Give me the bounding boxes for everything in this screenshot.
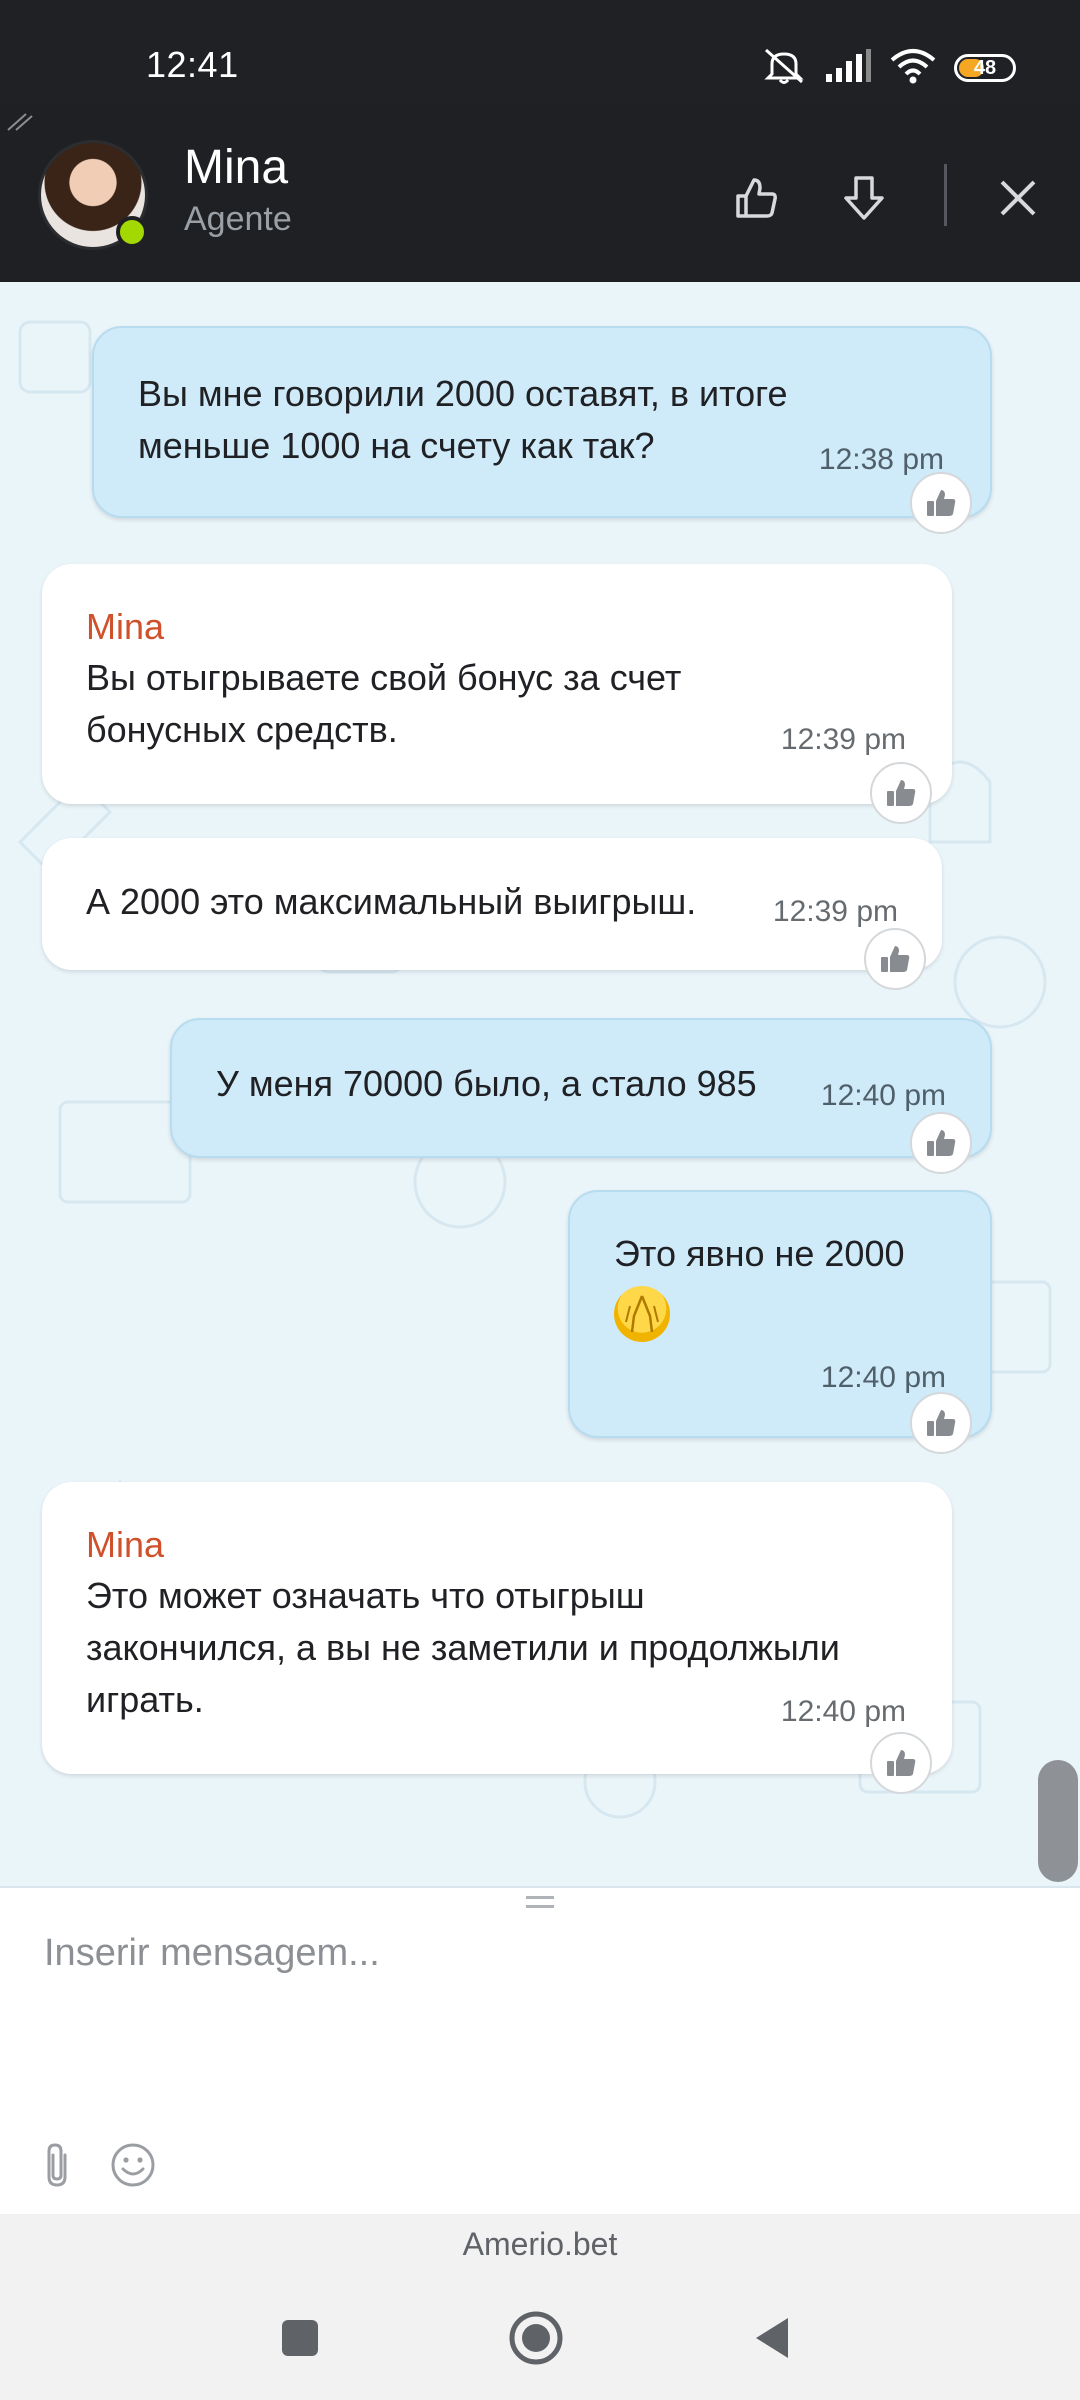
back-icon [756, 2318, 788, 2358]
thumb-up-icon [927, 1410, 956, 1436]
message-text: Вы мне говорили 2000 оставят, в итоге [138, 373, 788, 414]
wifi-icon [890, 48, 936, 89]
sender-name: Mina [86, 606, 165, 647]
like-message-button[interactable] [870, 762, 932, 824]
like-message-button[interactable] [910, 472, 972, 534]
message-text: закончился, а вы не заметили и продолжыл… [86, 1627, 840, 1668]
agent-name: Mina [184, 141, 289, 194]
message-bubble-incoming[interactable]: Mina Вы отыгрываете свой бонус за счет б… [42, 564, 952, 804]
thumb-up-icon [927, 1130, 956, 1156]
header-divider [944, 164, 947, 226]
online-status-dot [116, 216, 148, 248]
signal-icon [824, 48, 872, 89]
thumb-up-icon [927, 490, 956, 516]
message-bubble-outgoing[interactable]: Вы мне говорили 2000 оставят, в итоге ме… [92, 326, 992, 518]
scrollbar-thumb[interactable] [1038, 1760, 1078, 1882]
like-message-button[interactable] [910, 1392, 972, 1454]
thumb-down-icon [844, 176, 884, 220]
close-icon [1000, 180, 1036, 216]
like-message-button[interactable] [864, 928, 926, 990]
message-time: 12:39 pm [772, 895, 898, 928]
rate-positive-button[interactable] [720, 162, 792, 234]
message-text: Вы отыгрываете свой бонус за счет [86, 657, 682, 698]
recents-button[interactable] [264, 2302, 336, 2374]
home-icon [509, 2311, 563, 2365]
system-nav-bar [0, 2274, 1080, 2400]
agent-role: Agente [184, 200, 292, 238]
recents-icon [282, 2320, 318, 2356]
message-composer [0, 1886, 1080, 2214]
message-bubble-incoming[interactable]: А 2000 это максимальный выигрыш. 12:39 p… [42, 838, 942, 970]
battery-icon: 48 [954, 54, 1016, 82]
attachment-icon [47, 2143, 67, 2187]
sender-name: Mina [86, 1524, 165, 1565]
mute-icon [762, 46, 806, 91]
message-text: Это может означать что отыгрыш [86, 1575, 645, 1616]
thumb-up-icon [887, 780, 916, 806]
chat-area[interactable]: Вы мне говорили 2000 оставят, в итоге ме… [0, 282, 1080, 1886]
status-icons: 48 [762, 40, 1016, 96]
rate-negative-button[interactable] [828, 162, 900, 234]
folded-hands-emoji [614, 1286, 946, 1343]
chat-header: Mina Agente [0, 104, 1080, 282]
message-time: 12:40 pm [780, 1695, 906, 1728]
message-text: Это явно не 2000 [614, 1233, 905, 1274]
battery-level: 48 [973, 56, 997, 79]
home-button[interactable] [500, 2302, 572, 2374]
close-chat-button[interactable] [982, 162, 1054, 234]
message-time: 12:39 pm [780, 723, 906, 756]
thumb-up-icon [881, 946, 910, 972]
status-bar: 12:41 48 [0, 0, 1080, 104]
like-message-button[interactable] [870, 1732, 932, 1794]
emoji-icon [111, 2143, 155, 2187]
message-bubble-outgoing[interactable]: У меня 70000 было, а стало 985 12:40 pm [170, 1018, 992, 1158]
back-button[interactable] [736, 2302, 808, 2374]
resize-grip-icon[interactable] [6, 110, 34, 132]
status-time: 12:41 [146, 44, 239, 85]
message-input[interactable] [44, 1918, 1044, 1988]
thumb-up-icon [736, 178, 777, 218]
attach-file-button[interactable] [30, 2138, 84, 2192]
brand-footer: Amerio.bet [0, 2214, 1080, 2274]
emoji-picker-button[interactable] [106, 2138, 160, 2192]
message-bubble-incoming[interactable]: Mina Это может означать что отыгрыш зако… [42, 1482, 952, 1774]
thumb-up-icon [887, 1750, 916, 1776]
composer-resize-handle[interactable] [526, 1896, 554, 1908]
like-message-button[interactable] [910, 1112, 972, 1174]
